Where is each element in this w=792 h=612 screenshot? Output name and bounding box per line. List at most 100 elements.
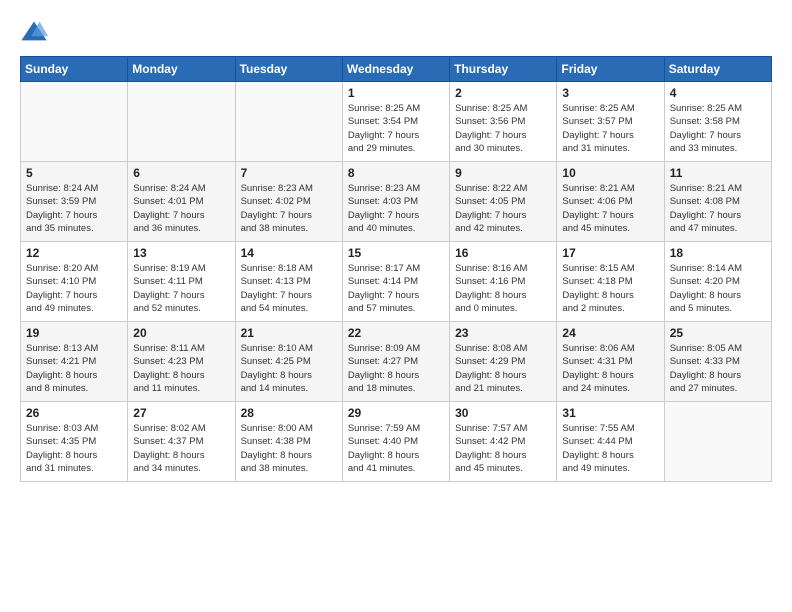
day-cell: 29 Sunrise: 7:59 AM Sunset: 4:40 PM Dayli… (342, 402, 449, 482)
day-cell (21, 82, 128, 162)
day-number: 18 (670, 246, 766, 260)
day-number: 7 (241, 166, 337, 180)
day-info: Sunrise: 7:55 AM Sunset: 4:44 PM Dayligh… (562, 422, 658, 475)
day-number: 17 (562, 246, 658, 260)
day-info: Sunrise: 8:22 AM Sunset: 4:05 PM Dayligh… (455, 182, 551, 235)
day-number: 9 (455, 166, 551, 180)
header (20, 18, 772, 46)
day-cell: 4 Sunrise: 8:25 AM Sunset: 3:58 PM Daylig… (664, 82, 771, 162)
day-cell: 16Sunrise: 8:16 AM Sunset: 4:16 PM Dayli… (450, 242, 557, 322)
calendar-header: SundayMondayTuesdayWednesdayThursdayFrid… (21, 57, 772, 82)
day-info: Sunrise: 8:23 AM Sunset: 4:03 PM Dayligh… (348, 182, 444, 235)
day-number: 14 (241, 246, 337, 260)
logo-icon (20, 18, 48, 46)
day-cell: 24 Sunrise: 8:06 AM Sunset: 4:31 PM Dayli… (557, 322, 664, 402)
week-row-2: 5Sunrise: 8:24 AM Sunset: 3:59 PM Daylig… (21, 162, 772, 242)
day-cell: 28Sunrise: 8:00 AM Sunset: 4:38 PM Dayli… (235, 402, 342, 482)
week-row-5: 26 Sunrise: 8:03 AM Sunset: 4:35 PM Dayli… (21, 402, 772, 482)
day-number: 23 (455, 326, 551, 340)
day-cell: 30Sunrise: 7:57 AM Sunset: 4:42 PM Dayli… (450, 402, 557, 482)
day-cell: 15Sunrise: 8:17 AM Sunset: 4:14 PM Dayli… (342, 242, 449, 322)
week-row-4: 19 Sunrise: 8:13 AM Sunset: 4:21 PM Dayli… (21, 322, 772, 402)
day-info: Sunrise: 8:13 AM Sunset: 4:21 PM Dayligh… (26, 342, 122, 395)
day-cell: 8 Sunrise: 8:23 AM Sunset: 4:03 PM Daylig… (342, 162, 449, 242)
day-number: 19 (26, 326, 122, 340)
day-info: Sunrise: 8:05 AM Sunset: 4:33 PM Dayligh… (670, 342, 766, 395)
day-info: Sunrise: 8:20 AM Sunset: 4:10 PM Dayligh… (26, 262, 122, 315)
day-number: 15 (348, 246, 444, 260)
day-number: 12 (26, 246, 122, 260)
day-number: 10 (562, 166, 658, 180)
day-number: 3 (562, 86, 658, 100)
day-cell: 1Sunrise: 8:25 AM Sunset: 3:54 PM Daylig… (342, 82, 449, 162)
day-cell: 23 Sunrise: 8:08 AM Sunset: 4:29 PM Dayli… (450, 322, 557, 402)
day-info: Sunrise: 8:06 AM Sunset: 4:31 PM Dayligh… (562, 342, 658, 395)
day-info: Sunrise: 8:25 AM Sunset: 3:58 PM Dayligh… (670, 102, 766, 155)
day-info: Sunrise: 8:21 AM Sunset: 4:08 PM Dayligh… (670, 182, 766, 235)
header-cell-wednesday: Wednesday (342, 57, 449, 82)
day-cell: 21Sunrise: 8:10 AM Sunset: 4:25 PM Dayli… (235, 322, 342, 402)
day-info: Sunrise: 8:19 AM Sunset: 4:11 PM Dayligh… (133, 262, 229, 315)
day-number: 27 (133, 406, 229, 420)
week-row-1: 1Sunrise: 8:25 AM Sunset: 3:54 PM Daylig… (21, 82, 772, 162)
day-cell: 31Sunrise: 7:55 AM Sunset: 4:44 PM Dayli… (557, 402, 664, 482)
day-info: Sunrise: 8:16 AM Sunset: 4:16 PM Dayligh… (455, 262, 551, 315)
day-number: 11 (670, 166, 766, 180)
day-info: Sunrise: 8:15 AM Sunset: 4:18 PM Dayligh… (562, 262, 658, 315)
day-info: Sunrise: 8:25 AM Sunset: 3:57 PM Dayligh… (562, 102, 658, 155)
day-info: Sunrise: 8:00 AM Sunset: 4:38 PM Dayligh… (241, 422, 337, 475)
header-cell-tuesday: Tuesday (235, 57, 342, 82)
logo (20, 18, 52, 46)
day-cell (235, 82, 342, 162)
day-cell: 20 Sunrise: 8:11 AM Sunset: 4:23 PM Dayli… (128, 322, 235, 402)
day-number: 24 (562, 326, 658, 340)
day-number: 25 (670, 326, 766, 340)
day-info: Sunrise: 8:18 AM Sunset: 4:13 PM Dayligh… (241, 262, 337, 315)
day-info: Sunrise: 8:03 AM Sunset: 4:35 PM Dayligh… (26, 422, 122, 475)
header-cell-sunday: Sunday (21, 57, 128, 82)
day-cell: 18 Sunrise: 8:14 AM Sunset: 4:20 PM Dayli… (664, 242, 771, 322)
day-number: 4 (670, 86, 766, 100)
header-row: SundayMondayTuesdayWednesdayThursdayFrid… (21, 57, 772, 82)
day-cell: 14 Sunrise: 8:18 AM Sunset: 4:13 PM Dayli… (235, 242, 342, 322)
day-number: 26 (26, 406, 122, 420)
day-cell: 11 Sunrise: 8:21 AM Sunset: 4:08 PM Dayli… (664, 162, 771, 242)
day-cell: 9 Sunrise: 8:22 AM Sunset: 4:05 PM Daylig… (450, 162, 557, 242)
day-info: Sunrise: 8:24 AM Sunset: 4:01 PM Dayligh… (133, 182, 229, 235)
day-cell: 7 Sunrise: 8:23 AM Sunset: 4:02 PM Daylig… (235, 162, 342, 242)
day-cell: 27Sunrise: 8:02 AM Sunset: 4:37 PM Dayli… (128, 402, 235, 482)
day-cell: 12 Sunrise: 8:20 AM Sunset: 4:10 PM Dayli… (21, 242, 128, 322)
day-cell: 5Sunrise: 8:24 AM Sunset: 3:59 PM Daylig… (21, 162, 128, 242)
calendar-table: SundayMondayTuesdayWednesdayThursdayFrid… (20, 56, 772, 482)
day-cell: 26 Sunrise: 8:03 AM Sunset: 4:35 PM Dayli… (21, 402, 128, 482)
day-info: Sunrise: 8:23 AM Sunset: 4:02 PM Dayligh… (241, 182, 337, 235)
day-info: Sunrise: 8:09 AM Sunset: 4:27 PM Dayligh… (348, 342, 444, 395)
day-cell: 19 Sunrise: 8:13 AM Sunset: 4:21 PM Dayli… (21, 322, 128, 402)
day-number: 20 (133, 326, 229, 340)
header-cell-thursday: Thursday (450, 57, 557, 82)
day-number: 1 (348, 86, 444, 100)
header-cell-monday: Monday (128, 57, 235, 82)
day-number: 5 (26, 166, 122, 180)
day-info: Sunrise: 8:21 AM Sunset: 4:06 PM Dayligh… (562, 182, 658, 235)
day-number: 6 (133, 166, 229, 180)
page: SundayMondayTuesdayWednesdayThursdayFrid… (0, 0, 792, 612)
day-number: 8 (348, 166, 444, 180)
calendar-body: 1Sunrise: 8:25 AM Sunset: 3:54 PM Daylig… (21, 82, 772, 482)
day-number: 29 (348, 406, 444, 420)
day-cell: 10 Sunrise: 8:21 AM Sunset: 4:06 PM Dayli… (557, 162, 664, 242)
day-number: 2 (455, 86, 551, 100)
day-info: Sunrise: 8:11 AM Sunset: 4:23 PM Dayligh… (133, 342, 229, 395)
header-cell-friday: Friday (557, 57, 664, 82)
day-info: Sunrise: 8:08 AM Sunset: 4:29 PM Dayligh… (455, 342, 551, 395)
day-cell (128, 82, 235, 162)
day-info: Sunrise: 7:57 AM Sunset: 4:42 PM Dayligh… (455, 422, 551, 475)
day-info: Sunrise: 8:10 AM Sunset: 4:25 PM Dayligh… (241, 342, 337, 395)
day-info: Sunrise: 8:25 AM Sunset: 3:56 PM Dayligh… (455, 102, 551, 155)
day-info: Sunrise: 7:59 AM Sunset: 4:40 PM Dayligh… (348, 422, 444, 475)
day-cell: 3 Sunrise: 8:25 AM Sunset: 3:57 PM Daylig… (557, 82, 664, 162)
day-info: Sunrise: 8:14 AM Sunset: 4:20 PM Dayligh… (670, 262, 766, 315)
day-number: 13 (133, 246, 229, 260)
day-cell: 13 Sunrise: 8:19 AM Sunset: 4:11 PM Dayli… (128, 242, 235, 322)
week-row-3: 12 Sunrise: 8:20 AM Sunset: 4:10 PM Dayli… (21, 242, 772, 322)
